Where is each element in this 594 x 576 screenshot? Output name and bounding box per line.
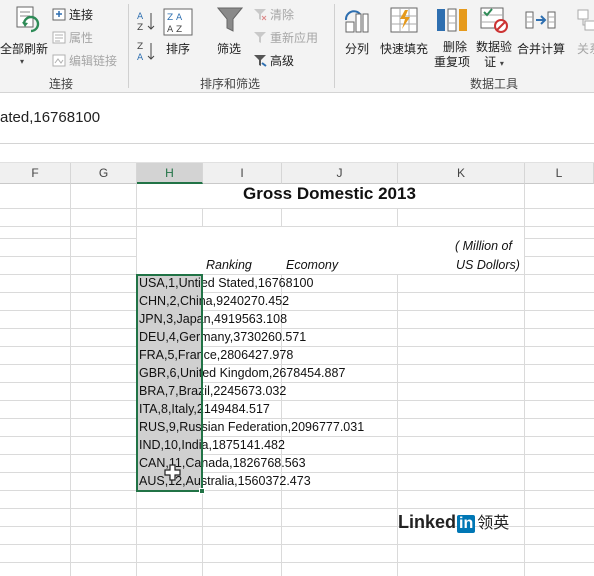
column-header-h[interactable]: H — [137, 163, 203, 184]
svg-text:A Z: A Z — [167, 25, 182, 35]
data-validation-button[interactable]: 数据验 证 ▾ — [476, 40, 512, 71]
flash-fill-icon[interactable] — [390, 6, 420, 38]
sheet-title[interactable]: Gross Domestic 2013 — [243, 185, 416, 203]
cell-cursor-icon — [164, 464, 182, 486]
filter-button[interactable]: 筛选 — [217, 40, 241, 57]
unit-note-line-2[interactable]: US Dollors) — [456, 256, 520, 274]
data-tools-group-label: 数据工具 — [470, 77, 519, 91]
sort-descending-icon[interactable]: ZA — [137, 40, 157, 66]
sort-ascending-icon[interactable]: AZ — [137, 10, 157, 36]
clear-filter-icon — [253, 8, 267, 24]
selection-border — [136, 274, 203, 492]
consolidate-button[interactable]: 合并计算 — [517, 40, 565, 57]
gridline — [0, 562, 594, 563]
header-economy[interactable]: Ecomony — [286, 256, 338, 274]
data-validation-label-1: 数据验 — [476, 40, 513, 54]
gridline — [0, 544, 594, 545]
remove-duplicates-label-2: 重复项 — [434, 55, 471, 69]
flash-fill-button[interactable]: 快速填充 — [380, 40, 428, 57]
formula-bar[interactable]: ated,16768100 — [0, 94, 594, 144]
relationships-icon[interactable] — [577, 6, 594, 38]
column-header-i[interactable]: I — [203, 163, 282, 184]
data-validation-icon[interactable] — [480, 6, 510, 38]
fill-handle[interactable] — [199, 488, 205, 494]
svg-text:Z: Z — [137, 42, 143, 52]
gridline — [0, 436, 594, 437]
connections-icon — [52, 8, 66, 24]
remove-duplicates-button[interactable]: 删除 重复项 — [434, 40, 470, 70]
svg-text:A: A — [137, 12, 144, 22]
connections-button[interactable]: 连接 — [52, 6, 93, 24]
refresh-all-button[interactable]: 全部刷新 — [0, 40, 48, 57]
remove-duplicates-label-1: 删除 — [443, 40, 468, 54]
sort-dialog-icon[interactable]: Z A A Z — [163, 8, 193, 40]
gridline — [0, 400, 594, 401]
svg-text:Z A: Z A — [167, 13, 183, 23]
refresh-all-dropdown[interactable]: ▾ — [20, 57, 24, 66]
text-to-columns-icon[interactable] — [342, 6, 372, 38]
remove-duplicates-icon[interactable] — [436, 6, 468, 38]
properties-button[interactable]: 属性 — [52, 29, 93, 47]
gridline — [0, 310, 594, 311]
svg-text:Z: Z — [137, 23, 143, 32]
gridline — [0, 208, 594, 209]
advanced-filter-icon — [253, 54, 267, 70]
reapply-icon — [253, 31, 267, 47]
gridline — [0, 346, 594, 347]
column-header-k[interactable]: K — [398, 163, 525, 184]
clear-button[interactable]: 清除 — [253, 6, 294, 24]
column-header-j[interactable]: J — [282, 163, 398, 184]
properties-icon — [52, 31, 66, 47]
gridline — [0, 490, 594, 491]
gridline — [70, 184, 71, 576]
group-separator — [334, 4, 335, 88]
unit-note-line-1[interactable]: ( Million of — [455, 237, 512, 255]
formula-bar-value[interactable]: ated,16768100 — [0, 109, 100, 126]
relationships-button[interactable]: 关系 — [577, 40, 594, 57]
data-validation-label-2: 证 ▾ — [484, 55, 504, 69]
group-separator — [128, 4, 129, 88]
linkedin-logo: Linked in 领英 — [398, 512, 510, 533]
ribbon: 全部刷新 ▾ 连接 属性 编辑链接 连接 AZ ZA Z AA Z 排序 筛选 … — [0, 0, 594, 93]
header-ranking[interactable]: Ranking — [206, 256, 252, 274]
text-to-columns-button[interactable]: 分列 — [345, 40, 369, 57]
reapply-button[interactable]: 重新应用 — [253, 29, 318, 47]
column-header-g[interactable]: G — [71, 163, 137, 184]
gridline — [0, 382, 594, 383]
gridline — [0, 292, 594, 293]
connections-group-label: 连接 — [49, 77, 74, 91]
worksheet-grid[interactable]: Gross Domestic 2013 ( Million of US Doll… — [0, 184, 594, 576]
consolidate-icon[interactable] — [525, 6, 557, 38]
gridline — [524, 184, 525, 576]
edit-links-icon — [52, 54, 66, 70]
advanced-filter-button[interactable]: 高级 — [253, 52, 294, 70]
filter-icon[interactable] — [216, 6, 244, 38]
sort-button[interactable]: 排序 — [166, 40, 190, 57]
refresh-all-icon[interactable] — [14, 6, 40, 38]
column-header-f[interactable]: F — [0, 163, 71, 184]
column-header-l[interactable]: L — [525, 163, 594, 184]
svg-text:A: A — [137, 53, 144, 62]
formula-bar-spacer — [0, 145, 594, 163]
edit-links-button[interactable]: 编辑链接 — [52, 52, 117, 70]
sort-filter-group-label: 排序和筛选 — [200, 77, 261, 91]
